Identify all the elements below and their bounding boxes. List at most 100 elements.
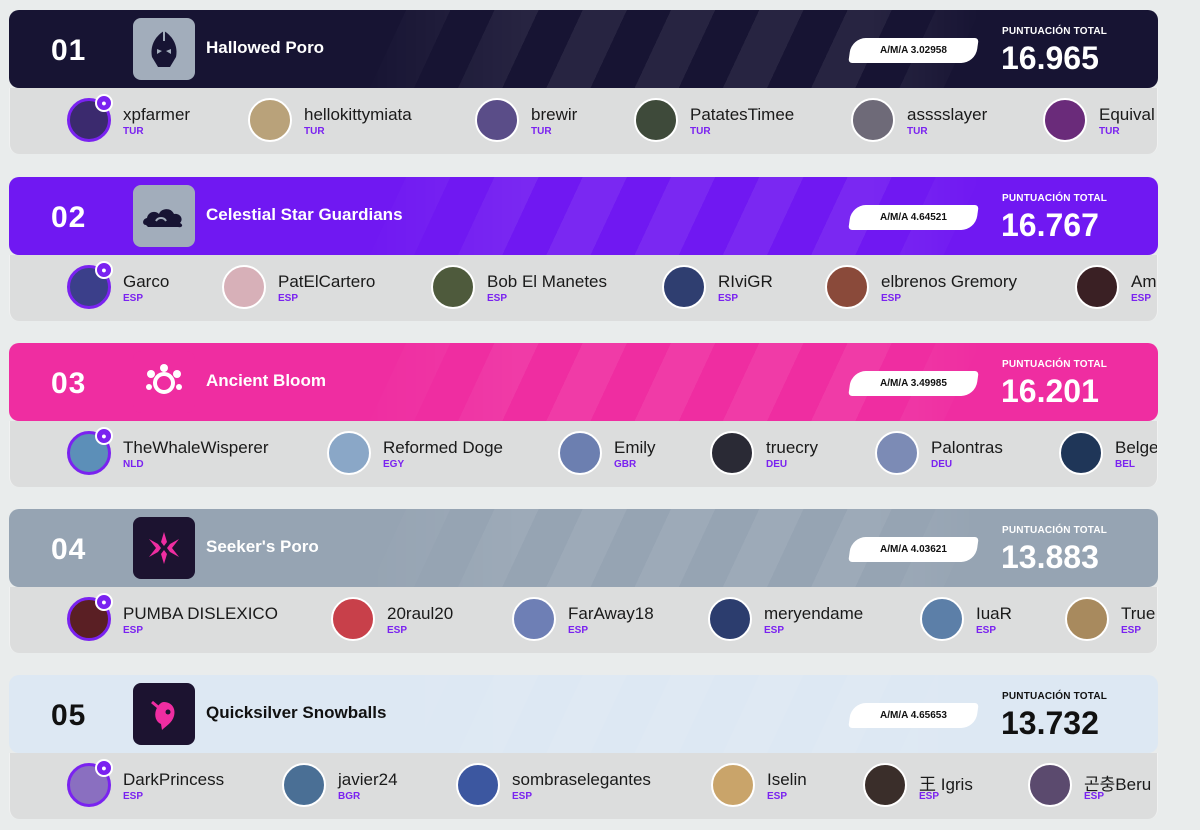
player-country: GBR (614, 459, 637, 470)
avatar (282, 763, 326, 807)
player-name: javier24 (338, 770, 398, 789)
player-name: True (1121, 604, 1156, 623)
player-country: EGY (383, 459, 405, 470)
avatar (863, 763, 907, 807)
player-name: Bob El Manetes (487, 272, 608, 291)
team-header[interactable]: 02 Celestial Star Guardians A/M/A 4.6452… (9, 177, 1158, 255)
player-name: hellokittymiata (304, 105, 412, 124)
player-name: Belge (1115, 438, 1158, 457)
score-label: PUNTUACIÓN TOTAL (1002, 691, 1108, 702)
team-header[interactable]: 03 Ancient Bloom A/M/A 3.49985 PUNTUACIÓ… (9, 343, 1158, 421)
player-country: ESP (767, 791, 788, 802)
captain-icon: ● (95, 261, 113, 279)
player-name: FarAway18 (568, 604, 654, 623)
player-name: PatElCartero (278, 272, 376, 291)
player-name: Emily (614, 438, 656, 457)
player-name: asssslayer (907, 105, 988, 124)
team-members: ● PUMBA DISLEXICO ESP 20raul20 ESP FarAw… (9, 587, 1158, 653)
player-name: 20raul20 (387, 604, 454, 623)
team-rank: 03 (51, 367, 87, 400)
avatar (456, 763, 500, 807)
avatar (475, 98, 519, 142)
player-country: BEL (1115, 459, 1135, 470)
avatar (662, 265, 706, 309)
avatar (1075, 265, 1119, 309)
avatar (920, 597, 964, 641)
ama-badge: A/M/A 4.03621 (848, 537, 979, 562)
player-country: TUR (304, 126, 325, 137)
player-country: ESP (123, 293, 144, 304)
team-row[interactable]: 01 Hallowed Poro A/M/A 3.02958 PUNTUACIÓ… (9, 10, 1158, 154)
avatar (634, 98, 678, 142)
player-country: ESP (123, 625, 144, 636)
team-members: ● xpfarmer TUR hellokittymiata TUR brewi… (9, 88, 1158, 154)
player-name: Iselin (767, 770, 807, 789)
player-country: ESP (919, 791, 940, 802)
player-country: BGR (338, 791, 361, 802)
avatar (1065, 597, 1109, 641)
avatar (710, 431, 754, 475)
team-header[interactable]: 04 Seeker's Poro A/M/A 4.03621 PUNTUACIÓ… (9, 509, 1158, 587)
team-members: ● Garco ESP PatElCartero ESP Bob El Mane… (9, 255, 1158, 321)
avatar (331, 597, 375, 641)
player-country: NLD (123, 459, 144, 470)
player-country: DEU (931, 459, 953, 470)
player-name: elbrenos Gremory (881, 272, 1018, 291)
avatar (708, 597, 752, 641)
flower-icon (133, 517, 195, 579)
avatar (825, 265, 869, 309)
team-rank: 05 (51, 699, 87, 732)
bloom-icon (133, 351, 195, 413)
total-score: 16.767 (1001, 207, 1099, 243)
player-country: TUR (907, 126, 928, 137)
team-name: Hallowed Poro (206, 38, 325, 57)
player-name: Am (1131, 272, 1157, 291)
player-name: meryendame (764, 604, 864, 623)
score-label: PUNTUACIÓN TOTAL (1002, 26, 1108, 37)
avatar (1059, 431, 1103, 475)
avatar (431, 265, 475, 309)
avatar (222, 265, 266, 309)
total-score: 13.732 (1001, 705, 1099, 741)
team-row[interactable]: 05 Quicksilver Snowballs A/M/A 4.65653 P… (9, 675, 1158, 819)
quicksilver-icon (133, 683, 195, 745)
avatar (711, 763, 755, 807)
player-name: IuaR (976, 604, 1012, 623)
total-score: 16.965 (1001, 40, 1099, 76)
player-country: ESP (512, 791, 533, 802)
player-country: TUR (531, 126, 552, 137)
team-members: ● DarkPrincess ESP javier24 BGR sombrase… (9, 753, 1158, 819)
team-row[interactable]: 02 Celestial Star Guardians A/M/A 4.6452… (9, 177, 1158, 321)
team-header[interactable]: 01 Hallowed Poro A/M/A 3.02958 PUNTUACIÓ… (9, 10, 1158, 88)
team-row[interactable]: 03 Ancient Bloom A/M/A 3.49985 PUNTUACIÓ… (9, 343, 1158, 487)
player-name: truecry (766, 438, 818, 457)
ama-badge: A/M/A 3.49985 (848, 371, 979, 396)
player-name: TheWhaleWisperer (123, 438, 269, 457)
avatar (875, 431, 919, 475)
player-country: ESP (1121, 625, 1142, 636)
player-name: PUMBA DISLEXICO (123, 604, 278, 623)
total-score: 16.201 (1001, 373, 1099, 409)
captain-icon: ● (95, 94, 113, 112)
team-row[interactable]: 04 Seeker's Poro A/M/A 4.03621 PUNTUACIÓ… (9, 509, 1158, 653)
captain-icon: ● (95, 427, 113, 445)
avatar (1043, 98, 1087, 142)
player-name: Reformed Doge (383, 438, 504, 457)
avatar (512, 597, 556, 641)
avatar (327, 431, 371, 475)
team-members: ● TheWhaleWisperer NLD Reformed Doge EGY… (9, 421, 1158, 487)
avatar (248, 98, 292, 142)
player-country: ESP (976, 625, 997, 636)
team-name: Quicksilver Snowballs (206, 703, 387, 722)
player-country: ESP (387, 625, 408, 636)
avatar (1028, 763, 1072, 807)
player-country: ESP (764, 625, 785, 636)
player-country: TUR (123, 126, 144, 137)
score-label: PUNTUACIÓN TOTAL (1002, 193, 1108, 204)
team-header[interactable]: 05 Quicksilver Snowballs A/M/A 4.65653 P… (9, 675, 1158, 753)
avatar (558, 431, 602, 475)
player-country: ESP (123, 791, 144, 802)
score-label: PUNTUACIÓN TOTAL (1002, 359, 1108, 370)
player-country: ESP (1084, 791, 1105, 802)
player-name: RIviGR (718, 272, 773, 291)
